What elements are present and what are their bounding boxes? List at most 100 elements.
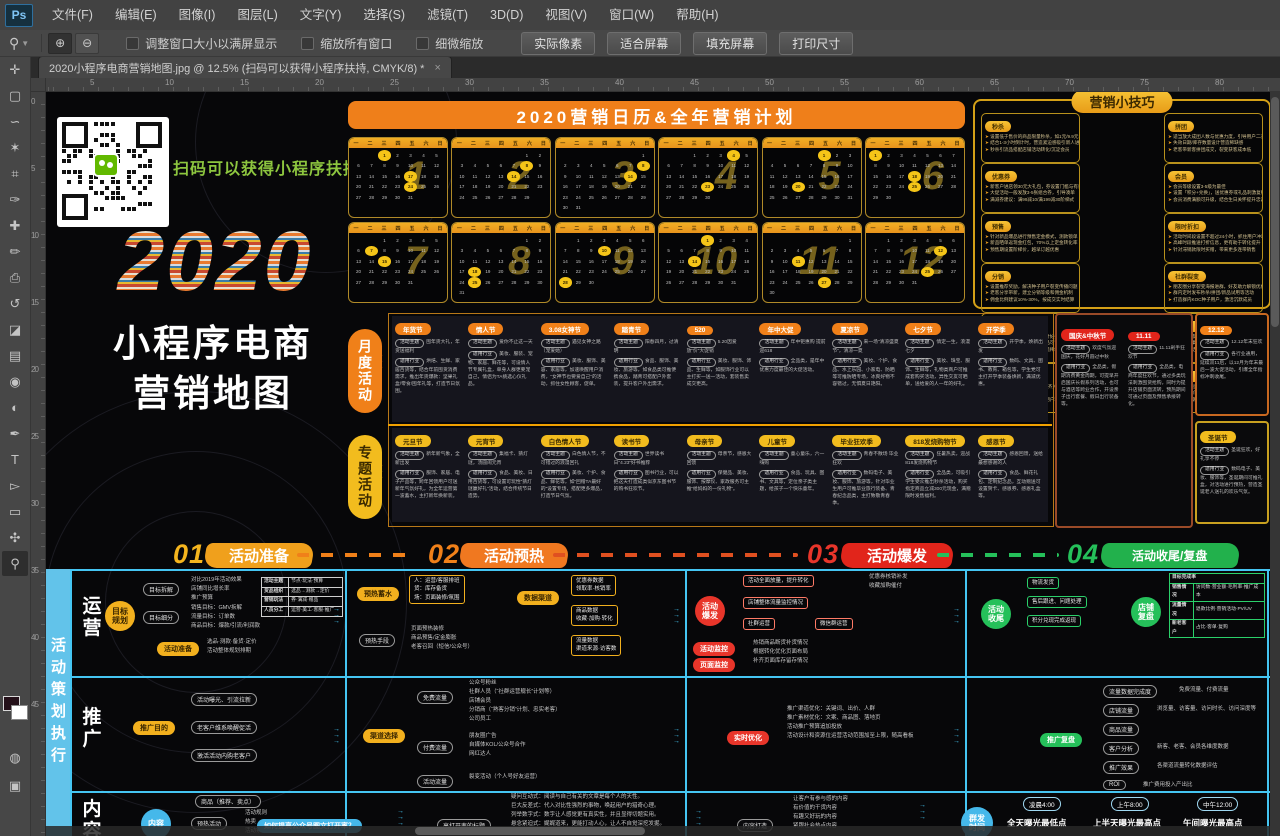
option-button[interactable]: 适合屏幕 xyxy=(607,32,681,55)
mindmap-lines: 各渠道流量转化数据评估 xyxy=(1157,762,1218,771)
eyedropper-tool[interactable]: ✑ xyxy=(2,187,28,212)
activity-label: 12.12 xyxy=(1200,326,1232,335)
menu-item[interactable]: 滤镜(T) xyxy=(416,0,479,30)
quick-mask-icon[interactable]: ◍ xyxy=(2,745,28,770)
date-cell: 27 xyxy=(352,192,365,203)
lasso-tool[interactable]: ∽ xyxy=(2,109,28,134)
calendar-weekday-header: 一二三四五六日 xyxy=(866,223,964,233)
ruler-corner xyxy=(30,78,46,92)
theme-key: 活动主题 xyxy=(541,451,570,460)
mindmap-lines: 页面预热装修商品预售/定金膨胀老客召回（短信/公众号） xyxy=(411,625,473,652)
dodge-tool[interactable]: ◐ xyxy=(2,395,28,420)
date-cell: 18 xyxy=(921,256,934,267)
theme-key: 活动主题 xyxy=(1061,345,1090,354)
horizontal-scroll-thumb[interactable] xyxy=(415,827,645,835)
date-cell xyxy=(611,150,624,161)
option-button[interactable]: 填充屏幕 xyxy=(693,32,767,55)
zoom-tool[interactable]: ⚲ xyxy=(2,551,28,576)
menu-item[interactable]: 帮助(H) xyxy=(665,0,729,30)
pen-tool[interactable]: ✒ xyxy=(2,421,28,446)
history-brush-tool[interactable]: ↺ xyxy=(2,291,28,316)
activity-industry: 适用行业全品类，假期消费黄金周期，可提早开启国庆长假系列活动，也可与酒店等跨业合… xyxy=(1061,362,1120,409)
document-tab[interactable]: 2020小程序电商营销地图.jpg @ 12.5% (扫码可以获得小程序扶持, … xyxy=(38,56,452,78)
menu-item[interactable]: 3D(D) xyxy=(479,0,534,30)
menu-item[interactable]: 视图(V) xyxy=(534,0,598,30)
option-checkbox[interactable]: 调整窗口大小以满屏显示 xyxy=(126,35,277,52)
date-cell: 19 xyxy=(934,256,947,267)
vertical-scrollbar[interactable] xyxy=(1270,91,1280,836)
eraser-tool[interactable]: ◪ xyxy=(2,317,28,342)
healing-brush-tool[interactable]: ✚ xyxy=(2,213,28,238)
path-selection-tool[interactable]: ▻ xyxy=(2,473,28,498)
calendar-weekday-header: 一二三四五六日 xyxy=(556,223,654,233)
hand-tool[interactable]: ✣ xyxy=(2,525,28,550)
date-cell: 22 xyxy=(378,267,391,278)
date-cell: 6 xyxy=(494,246,507,257)
horizontal-scrollbar[interactable] xyxy=(45,826,1270,836)
gradient-tool[interactable]: ▤ xyxy=(2,343,28,368)
menu-item[interactable]: 选择(S) xyxy=(352,0,416,30)
phase-number: 03 xyxy=(807,539,839,570)
date-cell: 12 xyxy=(481,256,494,267)
background-color-swatch[interactable] xyxy=(11,705,28,720)
menu-item[interactable]: 窗口(W) xyxy=(598,0,665,30)
mindmap-node: 预热蓄水 xyxy=(357,587,399,601)
zoom-out-button[interactable]: ⊖ xyxy=(75,33,99,54)
date-cell: 16 xyxy=(895,256,908,267)
shape-tool[interactable]: ▭ xyxy=(2,499,28,524)
ruler-number: 30 xyxy=(465,78,474,87)
checkbox-box[interactable] xyxy=(416,37,429,50)
grid-line xyxy=(685,569,687,836)
checkbox-box[interactable] xyxy=(301,37,314,50)
menu-item[interactable]: 文件(F) xyxy=(41,0,104,30)
brush-tool[interactable]: ✏ xyxy=(2,239,28,264)
theme-text: 爱你不止这一天 xyxy=(499,340,533,345)
ruler-number: 65 xyxy=(990,78,999,87)
date-cell xyxy=(766,235,779,246)
mindmap-flow: →→→ xyxy=(695,809,702,827)
crop-tool[interactable]: ⌗ xyxy=(2,161,28,186)
move-tool[interactable]: ✛ xyxy=(2,57,28,82)
zoom-in-button[interactable]: ⊕ xyxy=(48,33,72,54)
activity-label: 圣诞节 xyxy=(1200,431,1236,443)
clone-stamp-tool[interactable]: ⎙ xyxy=(2,265,28,290)
mindmap-node: 活动收尾 xyxy=(981,599,1011,629)
weekday-label: 五 xyxy=(823,140,828,147)
type-tool[interactable]: T xyxy=(2,447,28,472)
month-dates: 1234567891011121314151617181920212223242… xyxy=(455,235,547,298)
menu-item[interactable]: 图层(L) xyxy=(226,0,288,30)
screen-mode-icon[interactable]: ▣ xyxy=(2,773,28,798)
menu-bar: Ps 文件(F)编辑(E)图像(I)图层(L)文字(Y)选择(S)滤镜(T)3D… xyxy=(0,0,1280,31)
theme-key: 活动主题 xyxy=(759,451,788,460)
date-cell: 15 xyxy=(818,171,831,182)
option-button[interactable]: 打印尺寸 xyxy=(779,32,853,55)
date-cell: 27 xyxy=(494,277,507,288)
date-cell xyxy=(792,150,805,161)
menu-item[interactable]: 编辑(E) xyxy=(104,0,168,30)
date-cell: 1 xyxy=(818,150,831,161)
checkbox-box[interactable] xyxy=(126,37,139,50)
option-checkbox[interactable]: 细微缩放 xyxy=(416,35,483,52)
mindmap-flow: →→→ xyxy=(673,727,680,745)
close-tab-icon[interactable]: × xyxy=(434,62,440,74)
weekday-label: 一 xyxy=(457,140,462,147)
menu-item[interactable]: 文字(Y) xyxy=(289,0,353,30)
vertical-scroll-thumb[interactable] xyxy=(1271,97,1279,327)
date-cell: 16 xyxy=(559,182,572,193)
date-cell: 21 xyxy=(365,182,378,193)
date-cell xyxy=(365,235,378,246)
marquee-tool[interactable]: ▢ xyxy=(2,83,28,108)
activity-card: 年货节活动主题囤年货大礼，年货送福利适用行业烘焙、生鲜、家居百货等，结合年前囤货… xyxy=(392,316,465,422)
activity-card: 年中大促活动主题年中钜惠购 提前迎618适用行业全品类，是年中优惠力度最佳的大促… xyxy=(756,316,829,422)
weekday-label: 六 xyxy=(527,225,532,232)
document-canvas[interactable]: 扫码可以获得小程序扶持 2020 小程序电商 营销地图 2020营销日历&全年营… xyxy=(45,91,1270,836)
blur-tool[interactable]: ◉ xyxy=(2,369,28,394)
option-button[interactable]: 实际像素 xyxy=(521,32,595,55)
magic-wand-tool[interactable]: ✶ xyxy=(2,135,28,160)
tool-preset-caret-icon[interactable]: ▼ xyxy=(21,39,29,48)
option-checkbox[interactable]: 缩放所有窗口 xyxy=(301,35,392,52)
mindmap-node: 店铺复盘 xyxy=(1131,597,1161,627)
menu-item[interactable]: 图像(I) xyxy=(168,0,227,30)
activity-label: 白色情人节 xyxy=(541,435,590,447)
tip-line: 大促活动一般发放3-5张组合券，引导凑单 xyxy=(985,190,1076,196)
